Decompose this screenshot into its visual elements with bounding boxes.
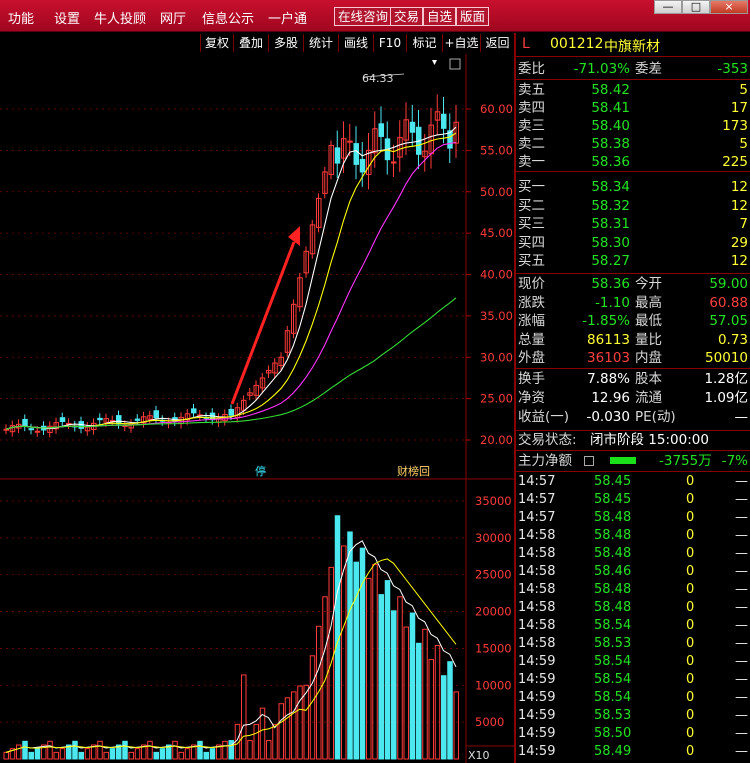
tick-row: 14:59 58.53 0—	[518, 708, 748, 723]
bid-row[interactable]: 买四 58.30 29	[516, 234, 750, 252]
add-watchlist-button[interactable]: +自选	[442, 34, 480, 52]
volume-unit-label: X10	[468, 749, 490, 762]
tick-row: 14:58 58.48 0—	[518, 582, 748, 597]
settings-icon[interactable]	[449, 58, 461, 70]
fundamental-row: 净资 12.96 流通 1.09亿	[518, 390, 748, 406]
volume-axis-label: 15000	[475, 641, 512, 655]
statistics-button[interactable]: 统计	[303, 34, 338, 52]
menu-info-disclosure[interactable]: 信息公示	[202, 8, 254, 27]
moving-averages	[5, 73, 457, 430]
stat-row: 总量 86113 量比 0.73	[518, 331, 748, 348]
price-axis-label: 60.00	[480, 102, 513, 116]
ask-row[interactable]: 卖二 58.38 5	[516, 135, 750, 153]
fundamental-row: 换手 7.88% 股本 1.28亿	[518, 371, 748, 387]
layout-button[interactable]: 版面	[456, 7, 490, 26]
f10-button[interactable]: F10	[373, 34, 406, 52]
stock-code: 001212	[550, 36, 604, 52]
price-axis-label: 35.00	[480, 309, 513, 323]
close-icon[interactable]: ×	[710, 0, 748, 14]
triangle-marker-icon	[432, 60, 437, 65]
ask-row[interactable]: 卖三 58.40 173	[516, 117, 750, 135]
ask-row[interactable]: 卖四 58.41 17	[516, 99, 750, 117]
kline-chart[interactable]: 60.00 55.00 50.00 45.00 40.00 35.00 30.00 25.00…	[0, 54, 514, 763]
back-button[interactable]: 返回	[480, 34, 514, 52]
price-axis: 60.00 55.00 50.00 45.00 40.00 35.00 30.00 25.00…	[466, 102, 513, 729]
price-axis-label: 25.00	[480, 392, 513, 406]
volume-axis-label: 30000	[475, 531, 512, 545]
tick-row: 14:59 58.54 0—	[518, 654, 748, 669]
tick-row: 14:58 58.48 0—	[518, 600, 748, 615]
stat-row: 涨跌 -1.10 最高 60.88	[518, 294, 748, 311]
volume-axis-label: 10000	[475, 678, 512, 692]
fundamental-row: 收益(一) -0.030 PE(动) —	[518, 409, 748, 425]
stat-row: 现价 58.36 今开 59.00	[518, 276, 748, 292]
bid-row[interactable]: 买三 58.31 7	[516, 215, 750, 233]
volume-axis-label: 5000	[475, 715, 504, 729]
ask-row[interactable]: 卖五 58.42 5	[516, 81, 750, 99]
tick-row: 14:59 58.54 0—	[518, 690, 748, 705]
volume-axis-label: 35000	[475, 494, 512, 508]
minimize-icon[interactable]: —	[654, 0, 682, 14]
chart-toolbar: 复权 叠加 多股 统计 画线 F10 标记 +自选 返回	[0, 33, 514, 53]
online-consult-button[interactable]: 在线咨询	[334, 7, 393, 26]
main-net-bar	[610, 457, 636, 464]
tick-row: 14:58 58.46 0—	[518, 564, 748, 579]
quote-panel: L 001212 中旗新材 委比 -71.03% 委差 -353 卖五 58.42…	[516, 33, 750, 763]
top-menu-bar: 功能 设置 牛人投顾 网厅 信息公示 一户通 在线咨询 交易 自选 版面 — □…	[0, 0, 750, 32]
menu-list-icon[interactable]	[584, 456, 594, 466]
maximize-icon[interactable]: □	[682, 0, 710, 14]
overlay-button[interactable]: 叠加	[233, 34, 268, 52]
menu-web-hall[interactable]: 网厅	[160, 8, 186, 27]
bid-row[interactable]: 买一 58.34 12	[516, 178, 750, 196]
tick-row: 14:58 58.48 0—	[518, 528, 748, 543]
trade-button[interactable]: 交易	[390, 7, 424, 26]
tick-row: 14:59 58.49 0—	[518, 744, 748, 759]
mark-button[interactable]: 标记	[406, 34, 442, 52]
tick-row: 14:58 58.54 0—	[518, 618, 748, 633]
rank-marker: 财榜回	[397, 464, 430, 478]
webi-row: 委比 -71.03% 委差 -353	[518, 61, 748, 77]
tick-row: 14:57 58.45 0—	[518, 492, 748, 507]
menu-advisor[interactable]: 牛人投顾	[94, 8, 146, 27]
watchlist-button[interactable]: 自选	[423, 7, 457, 26]
price-axis-label: 20.00	[480, 433, 513, 447]
stat-row: 外盘 36103 内盘 50010	[518, 350, 748, 367]
stat-row: 涨幅 -1.85% 最低 57.05	[518, 313, 748, 330]
tick-row: 14:57 58.48 0—	[518, 510, 748, 525]
price-axis-label: 30.00	[480, 350, 513, 364]
volume-axis-label: 25000	[475, 568, 512, 582]
stop-marker: 停	[255, 464, 266, 478]
tick-row: 14:59 58.54 0—	[518, 672, 748, 687]
volume-axis-label: 20000	[475, 605, 512, 619]
stock-name: 中旗新材	[604, 39, 660, 55]
tick-row: 14:58 58.53 0—	[518, 636, 748, 651]
price-axis-label: 55.00	[480, 143, 513, 157]
draw-line-button[interactable]: 画线	[338, 34, 373, 52]
tick-row: 14:59 58.50 0—	[518, 726, 748, 741]
price-axis-label: 45.00	[480, 226, 513, 240]
menu-settings[interactable]: 设置	[54, 8, 80, 27]
kline-chart-area[interactable]: 60.00 55.00 50.00 45.00 40.00 35.00 30.00 25.00…	[0, 54, 514, 763]
high-price-label: 64.33	[362, 72, 394, 85]
restore-rights-button[interactable]: 复权	[200, 34, 233, 52]
price-axis-label: 50.00	[480, 185, 513, 199]
candles	[3, 94, 459, 438]
stock-header: L 001212 中旗新材	[516, 33, 750, 57]
tick-row: 14:57 58.45 0—	[518, 474, 748, 489]
multi-stock-button[interactable]: 多股	[268, 34, 303, 52]
tick-row: 14:58 58.48 0—	[518, 546, 748, 561]
price-axis-label: 40.00	[480, 268, 513, 282]
ask-row[interactable]: 卖一 58.36 225	[516, 153, 750, 171]
trade-status-row: 交易状态: 闭市阶段 15:00:00	[518, 432, 709, 448]
market-prefix: L	[522, 36, 530, 52]
menu-function[interactable]: 功能	[8, 8, 34, 27]
bid-row[interactable]: 买五 58.27 12	[516, 252, 750, 270]
menu-one-account[interactable]: 一户通	[268, 8, 307, 27]
bid-row[interactable]: 买二 58.32 12	[516, 197, 750, 215]
main-net-row[interactable]: 主力净额 -3755万 -7%	[516, 452, 750, 470]
